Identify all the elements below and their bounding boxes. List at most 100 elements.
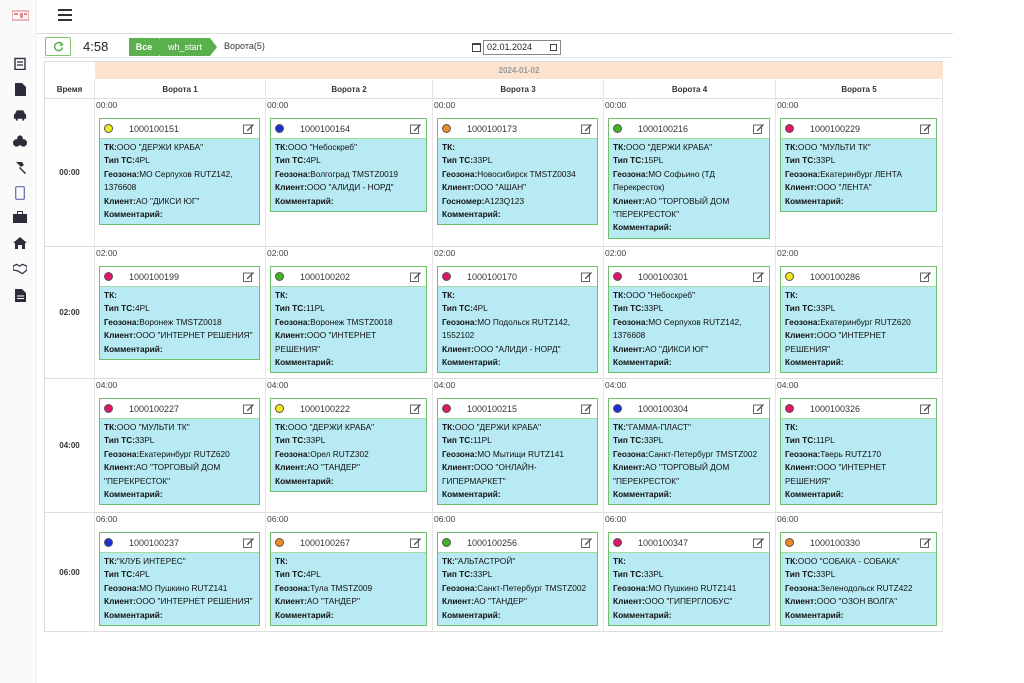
status-dot bbox=[613, 538, 622, 547]
edit-icon[interactable] bbox=[581, 403, 592, 414]
schedule-cell[interactable]: 04:00 1000100222 ТК:ООО "ДЕРЖИ КРАБА" Тип Т… bbox=[266, 379, 433, 513]
field-value: АО "ДИКСИ ЮГ" bbox=[135, 195, 200, 206]
edit-icon[interactable] bbox=[920, 537, 931, 548]
schedule-cell[interactable]: 04:00 1000100326 ТК: Тип ТС:11PL Геозона:Тве… bbox=[776, 379, 943, 513]
edit-icon[interactable] bbox=[920, 123, 931, 134]
field-value: Волгоград TMSTZ0019 bbox=[310, 168, 399, 179]
edit-icon[interactable] bbox=[243, 537, 254, 548]
edit-icon[interactable] bbox=[410, 123, 421, 134]
booking-card[interactable]: 1000100347 ТК: Тип ТС:33PL Геозона:МО Пушки… bbox=[608, 532, 770, 627]
handshake-icon[interactable] bbox=[13, 262, 27, 276]
schedule-cell[interactable]: 02:00 1000100286 ТК: Тип ТС:33PL Геозона:Ека… bbox=[776, 247, 943, 379]
schedule-cell[interactable]: 02:00 1000100301 ТК:ООО "Небоскреб" Тип ТС:… bbox=[604, 247, 776, 379]
booking-card[interactable]: 1000100202 ТК: Тип ТС:11PL Геозона:Воронеж … bbox=[270, 266, 427, 374]
card-field-tk: ТК:ООО "СОБАКА - СОБАКА" bbox=[785, 555, 932, 568]
phone-icon[interactable] bbox=[13, 186, 27, 200]
field-value: 33PL bbox=[816, 569, 836, 580]
schedule-cell[interactable]: 06:00 1000100256 ТК:"АЛЬТАСТРОЙ" Тип ТС:33P… bbox=[433, 513, 604, 632]
card-field-client: Клиент:АО "ТАНДЕР" bbox=[442, 595, 593, 608]
schedule-cell[interactable]: 02:00 1000100199 ТК: Тип ТС:4PL Геозона:Воро… bbox=[95, 247, 266, 379]
schedule-cell[interactable]: 00:00 1000100164 ТК:ООО "Небоскреб" Тип ТС:… bbox=[266, 99, 433, 247]
edit-icon[interactable] bbox=[243, 271, 254, 282]
field-value: ООО "МУЛЬТИ ТК" bbox=[116, 422, 190, 432]
edit-icon[interactable] bbox=[410, 271, 421, 282]
booking-card[interactable]: 1000100256 ТК:"АЛЬТАСТРОЙ" Тип ТС:33PL Геоз… bbox=[437, 532, 598, 627]
field-label: Клиент: bbox=[613, 596, 645, 607]
schedule-cell[interactable]: 00:00 1000100173 ТК: Тип ТС:33PL Геозона:Нов… bbox=[433, 99, 604, 247]
schedule-cell[interactable]: 02:00 1000100202 ТК: Тип ТС:11PL Геозона:Вор… bbox=[266, 247, 433, 379]
schedule-cell[interactable]: 06:00 1000100267 ТК: Тип ТС:4PL Геозона:Тула… bbox=[266, 513, 433, 632]
date-input[interactable]: 02.01.2024 bbox=[483, 39, 561, 55]
schedule-cell[interactable]: 06:00 1000100347 ТК: Тип ТС:33PL Геозона:МО … bbox=[604, 513, 776, 632]
edit-icon[interactable] bbox=[243, 123, 254, 134]
card-field-tk: ТК: bbox=[104, 289, 255, 302]
booking-card[interactable]: 1000100326 ТК: Тип ТС:11PL Геозона:Тверь RU… bbox=[780, 398, 937, 506]
schedule-cell[interactable]: 00:00 1000100151 ТК:ООО "ДЕРЖИ КРАБА" Тип Т… bbox=[95, 99, 266, 247]
edit-icon[interactable] bbox=[410, 537, 421, 548]
breadcrumb-warehouse[interactable]: wh_start bbox=[160, 38, 210, 56]
schedule-cell[interactable]: 04:00 1000100304 ТК:"ГАММА-ПЛАСТ" Тип ТС:33… bbox=[604, 379, 776, 513]
booking-card[interactable]: 1000100330 ТК:ООО "СОБАКА - СОБАКА" Тип ТС… bbox=[780, 532, 937, 627]
edit-icon[interactable] bbox=[753, 537, 764, 548]
slot-time: 06:00 bbox=[96, 514, 118, 524]
edit-icon[interactable] bbox=[920, 271, 931, 282]
edit-icon[interactable] bbox=[753, 123, 764, 134]
card-body: ТК: Тип ТС:11PL Геозона:Воронеж TMSTZ0018 К… bbox=[271, 287, 426, 372]
edit-icon[interactable] bbox=[581, 271, 592, 282]
schedule-cell[interactable]: 04:00 1000100215 ТК:ООО "ДЕРЖИ КРАБА" Тип Т… bbox=[433, 379, 604, 513]
booking-id: 1000100286 bbox=[810, 271, 861, 282]
card-body: ТК: Тип ТС:4PL Геозона:Тула TMSTZ009 Клиент… bbox=[271, 553, 426, 625]
schedule-cell[interactable]: 04:00 1000100227 ТК:ООО "МУЛЬТИ ТК" Тип ТС:… bbox=[95, 379, 266, 513]
stats-icon[interactable] bbox=[13, 134, 27, 148]
edit-icon[interactable] bbox=[581, 537, 592, 548]
date-picker[interactable]: 02.01.2024 bbox=[472, 39, 562, 55]
edit-icon[interactable] bbox=[243, 403, 254, 414]
calendar-dropdown-icon[interactable] bbox=[550, 43, 557, 51]
edit-icon[interactable] bbox=[581, 123, 592, 134]
booking-card[interactable]: 1000100170 ТК: Тип ТС:4PL Геозона:МО Подоль… bbox=[437, 266, 598, 374]
edit-icon[interactable] bbox=[753, 403, 764, 414]
breadcrumb-all[interactable]: Все bbox=[129, 38, 159, 56]
booking-card[interactable]: 1000100229 ТК:ООО "МУЛЬТИ ТК" Тип ТС:33PL Г… bbox=[780, 118, 937, 213]
booking-card[interactable]: 1000100151 ТК:ООО "ДЕРЖИ КРАБА" Тип ТС:4PL… bbox=[99, 118, 260, 226]
schedule-cell[interactable]: 00:00 1000100216 ТК:ООО "ДЕРЖИ КРАБА" Тип Т… bbox=[604, 99, 776, 247]
schedule-cell[interactable]: 02:00 1000100170 ТК: Тип ТС:4PL Геозона:МО П… bbox=[433, 247, 604, 379]
booking-card[interactable]: 1000100237 ТК:"КЛУБ ИНТЕРЕС" Тип ТС:4PL Гео… bbox=[99, 532, 260, 627]
status-dot bbox=[613, 404, 622, 413]
hammer-icon[interactable] bbox=[13, 160, 27, 174]
card-field-client: Клиент:ООО "ИНТЕРНЕТ РЕШЕНИЯ" bbox=[275, 329, 422, 356]
car-icon[interactable] bbox=[13, 108, 27, 122]
field-value: ООО "АЛИДИ - НОРД" bbox=[473, 343, 561, 354]
card-body: ТК: Тип ТС:33PL Геозона:МО Пушкино RUTZ141… bbox=[609, 553, 769, 625]
booking-card[interactable]: 1000100301 ТК:ООО "Небоскреб" Тип ТС:33PL Г… bbox=[608, 266, 770, 374]
booking-card[interactable]: 1000100164 ТК:ООО "Небоскреб" Тип ТС:4PL Ге… bbox=[270, 118, 427, 213]
field-value: 33PL bbox=[816, 303, 836, 314]
field-value: 4PL bbox=[473, 303, 488, 314]
menu-icon[interactable] bbox=[58, 9, 72, 21]
booking-card[interactable]: 1000100304 ТК:"ГАММА-ПЛАСТ" Тип ТС:33PL Гео… bbox=[608, 398, 770, 506]
booking-card[interactable]: 1000100173 ТК: Тип ТС:33PL Геозона:Новосиби… bbox=[437, 118, 598, 226]
field-value: ООО "ДЕРЖИ КРАБА" bbox=[116, 142, 204, 152]
briefcase-icon[interactable] bbox=[13, 210, 27, 224]
refresh-button[interactable] bbox=[45, 37, 71, 56]
clipboard-icon[interactable] bbox=[13, 56, 27, 70]
file-text-icon[interactable] bbox=[13, 288, 27, 302]
card-field-client: Клиент:ООО "АШАН" bbox=[442, 181, 593, 194]
booking-card[interactable]: 1000100227 ТК:ООО "МУЛЬТИ ТК" Тип ТС:33PL Г… bbox=[99, 398, 260, 506]
booking-card[interactable]: 1000100222 ТК:ООО "ДЕРЖИ КРАБА" Тип ТС:33P… bbox=[270, 398, 427, 493]
booking-card[interactable]: 1000100199 ТК: Тип ТС:4PL Геозона:Воронеж T… bbox=[99, 266, 260, 361]
schedule-cell[interactable]: 06:00 1000100330 ТК:ООО "СОБАКА - СОБАКА" Т… bbox=[776, 513, 943, 632]
schedule-cell[interactable]: 06:00 1000100237 ТК:"КЛУБ ИНТЕРЕС" Тип ТС:4… bbox=[95, 513, 266, 632]
booking-card[interactable]: 1000100216 ТК:ООО "ДЕРЖИ КРАБА" Тип ТС:15P… bbox=[608, 118, 770, 239]
document-icon[interactable] bbox=[13, 82, 27, 96]
status-dot bbox=[275, 272, 284, 281]
schedule-cell[interactable]: 00:00 1000100229 ТК:ООО "МУЛЬТИ ТК" Тип ТС:… bbox=[776, 99, 943, 247]
card-body: ТК:ООО "ДЕРЖИ КРАБА" Тип ТС:4PL Геозона:МО… bbox=[100, 139, 259, 224]
edit-icon[interactable] bbox=[410, 403, 421, 414]
home-icon[interactable] bbox=[13, 236, 27, 250]
booking-card[interactable]: 1000100267 ТК: Тип ТС:4PL Геозона:Тула TMST… bbox=[270, 532, 427, 627]
booking-card[interactable]: 1000100286 ТК: Тип ТС:33PL Геозона:Екатерин… bbox=[780, 266, 937, 374]
edit-icon[interactable] bbox=[920, 403, 931, 414]
edit-icon[interactable] bbox=[753, 271, 764, 282]
booking-card[interactable]: 1000100215 ТК:ООО "ДЕРЖИ КРАБА" Тип ТС:11P… bbox=[437, 398, 598, 506]
